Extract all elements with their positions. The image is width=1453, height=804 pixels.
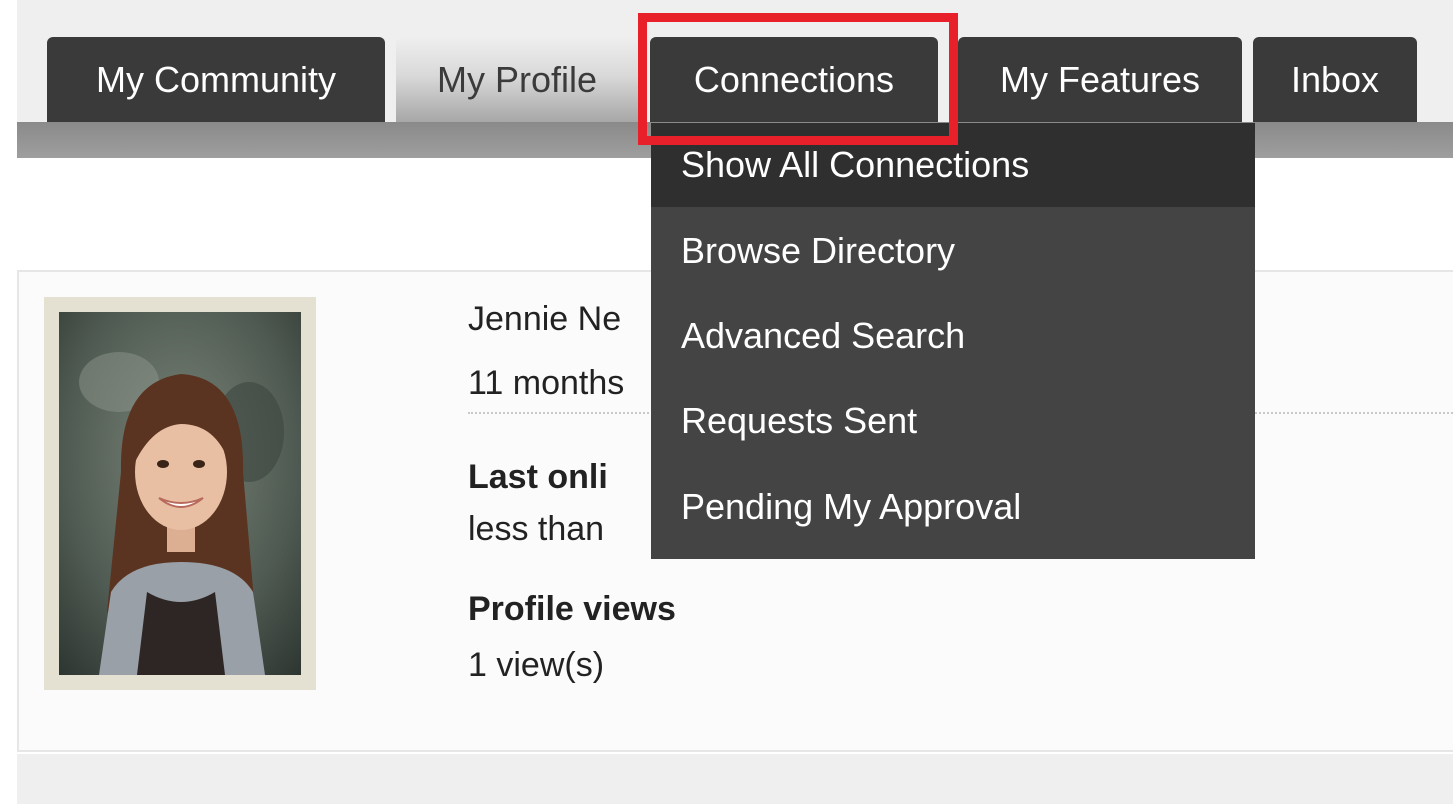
menu-item-pending-my-approval[interactable]: Pending My Approval: [651, 465, 1255, 549]
tab-my-profile[interactable]: My Profile: [396, 37, 638, 123]
menu-item-show-all-connections[interactable]: Show All Connections: [651, 123, 1255, 207]
member-since: 11 months: [468, 364, 625, 402]
menu-item-browse-directory[interactable]: Browse Directory: [651, 209, 1255, 293]
last-online-label: Last onli: [468, 458, 608, 496]
tab-inbox[interactable]: Inbox: [1253, 37, 1417, 123]
last-online-value: less than: [468, 510, 605, 548]
tab-my-features[interactable]: My Features: [958, 37, 1242, 123]
profile-views-value: 1 view(s): [468, 646, 605, 684]
footer-bar: [17, 754, 1453, 804]
tab-connections[interactable]: Connections: [650, 37, 938, 123]
menu-item-requests-sent[interactable]: Requests Sent: [651, 379, 1255, 463]
menu-item-advanced-search[interactable]: Advanced Search: [651, 294, 1255, 378]
avatar-image: [59, 312, 301, 675]
tab-my-community[interactable]: My Community: [47, 37, 385, 123]
connections-dropdown-menu: Show All Connections Browse Directory Ad…: [651, 123, 1255, 559]
profile-views-label: Profile views: [468, 590, 676, 628]
avatar[interactable]: [59, 312, 301, 675]
profile-name[interactable]: Jennie Ne: [468, 300, 621, 339]
avatar-frame: [44, 297, 316, 690]
